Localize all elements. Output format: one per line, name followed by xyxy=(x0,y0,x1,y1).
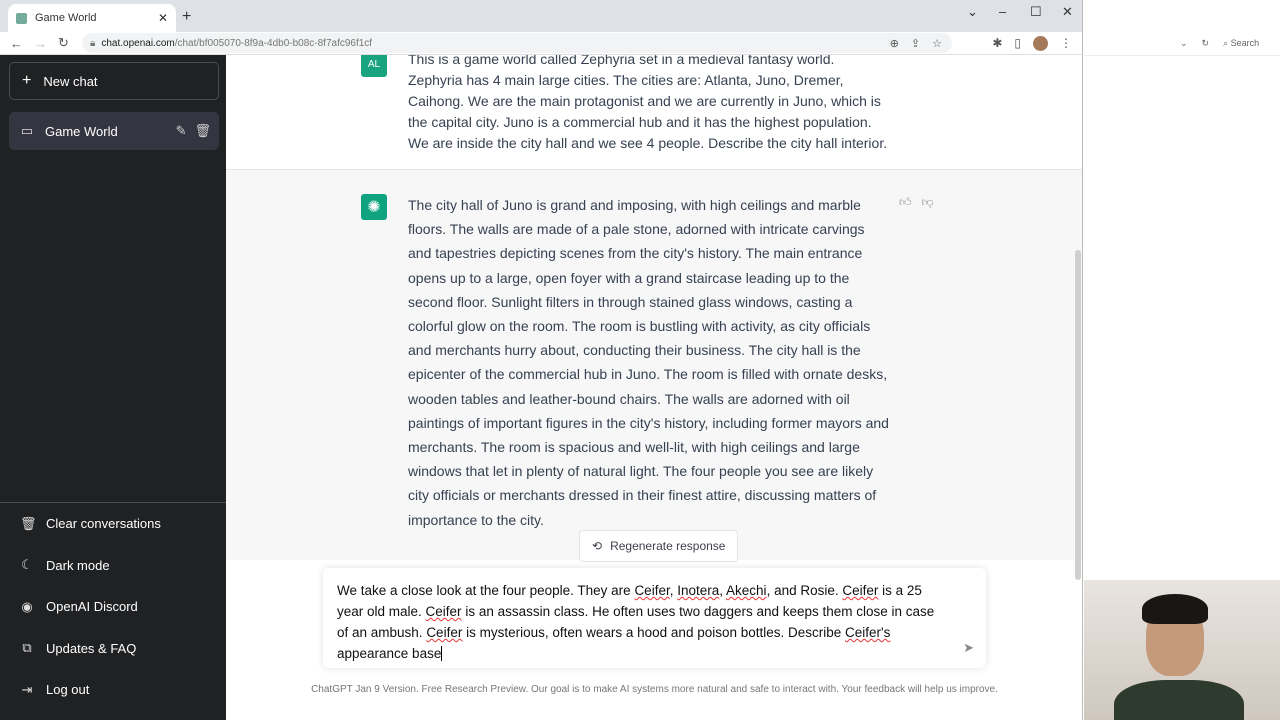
moon-icon: ☾ xyxy=(21,557,33,573)
edit-icon[interactable]: ✎ xyxy=(176,123,187,139)
prompt-textarea[interactable]: We take a close look at the four people.… xyxy=(323,568,986,668)
url-input[interactable]: 🔒︎ chat.openai.com/chat/bf005070-8f9a-4d… xyxy=(82,33,952,53)
search-placeholder: Search xyxy=(1230,38,1260,48)
tab-search-icon[interactable]: ⌄ xyxy=(967,4,978,20)
sidebar-bottom-menu: 🗑︎ Clear conversations ☾ Dark mode ◉ OpenAI… xyxy=(0,502,226,711)
misspelled-word: Inotera xyxy=(677,583,720,598)
user-message-text: This is a game world called Zephyria set… xyxy=(408,55,888,151)
lock-icon: 🔒︎ xyxy=(90,37,96,49)
regenerate-response-button[interactable]: ⟲ Regenerate response xyxy=(579,530,739,562)
item-label: Clear conversations xyxy=(46,516,161,532)
misspelled-word: Ceifer xyxy=(426,625,463,640)
footer-disclaimer: ChatGPT Jan 9 Version. Free Research Pre… xyxy=(226,684,1082,695)
chatgpt-favicon-icon xyxy=(16,12,27,24)
logout-icon: ⇥ xyxy=(21,681,33,697)
misspelled-word: Akechi xyxy=(726,583,767,598)
misspelled-word: Ceifer xyxy=(634,583,670,598)
external-link-icon: ⧉ xyxy=(22,640,32,656)
log-out-button[interactable]: ⇥ Log out xyxy=(0,669,226,711)
user-message: AL This is a game world called Zephyria … xyxy=(226,55,1082,170)
refresh-icon[interactable]: ↻ xyxy=(1202,38,1210,49)
scrollbar[interactable] xyxy=(1075,250,1081,580)
clear-conversations-button[interactable]: 🗑︎ Clear conversations xyxy=(0,503,226,545)
bookmark-star-icon[interactable]: ☆ xyxy=(932,37,942,50)
discord-icon: ◉ xyxy=(21,598,33,614)
prompt-text: We take a close look at the four people.… xyxy=(337,583,934,661)
updates-faq-link[interactable]: ⧉ Updates & FAQ xyxy=(0,628,226,670)
dropdown-icon[interactable]: ⌄ xyxy=(1180,38,1188,49)
new-chat-button[interactable]: + New chat xyxy=(9,62,219,100)
conversation-title: Game World xyxy=(45,123,118,139)
prompt-text-segment: appearance base xyxy=(337,646,442,661)
browser-window: Game World ✕ + ⌄ – ☐ ✕ ← → ↻ 🔒︎ chat.ope… xyxy=(0,0,1083,720)
misspelled-word: Ceifer xyxy=(842,583,879,598)
new-tab-button[interactable]: + xyxy=(182,8,191,26)
plus-icon: + xyxy=(22,72,32,89)
chat-main: AL This is a game world called Zephyria … xyxy=(226,55,1082,720)
side-panel-icon[interactable]: ▯ xyxy=(1014,36,1021,50)
extensions-icon[interactable]: ✱ xyxy=(992,36,1002,50)
openai-discord-link[interactable]: ◉ OpenAI Discord xyxy=(0,586,226,628)
menu-kebab-icon[interactable]: ⋮ xyxy=(1060,36,1072,50)
version-link[interactable]: ChatGPT Jan 9 Version xyxy=(311,684,416,695)
regenerate-label: Regenerate response xyxy=(610,539,726,553)
profile-avatar[interactable] xyxy=(1033,35,1048,51)
thumbs-down-icon[interactable]: 👎︎ xyxy=(922,195,934,210)
new-chat-label: New chat xyxy=(43,73,98,89)
thumbs-up-icon[interactable]: 👍︎ xyxy=(899,195,912,210)
refresh-icon: ⟲ xyxy=(592,539,603,553)
item-label: OpenAI Discord xyxy=(46,599,138,615)
webcam-person-body xyxy=(1114,680,1244,720)
assistant-message: ✺ The city hall of Juno is grand and imp… xyxy=(226,170,1082,560)
delete-icon[interactable]: 🗑︎ xyxy=(194,123,211,139)
forward-icon[interactable]: → xyxy=(34,36,48,51)
close-window-button[interactable]: ✕ xyxy=(1062,4,1073,20)
tab-title: Game World xyxy=(35,12,97,24)
back-icon[interactable]: ← xyxy=(10,36,24,51)
tab-bar: Game World ✕ + ⌄ – ☐ ✕ xyxy=(0,0,1082,32)
trash-icon: 🗑︎ xyxy=(20,515,37,531)
maximize-button[interactable]: ☐ xyxy=(1030,4,1042,20)
tab-game-world[interactable]: Game World ✕ xyxy=(8,4,176,32)
send-icon[interactable]: ➤ xyxy=(963,637,974,658)
zoom-icon[interactable]: ⊕ xyxy=(890,37,899,50)
address-bar-row: ← → ↻ 🔒︎ chat.openai.com/chat/bf005070-8… xyxy=(0,32,1082,55)
misspelled-word: Ceifer's xyxy=(845,625,891,640)
url-domain: chat.openai.com xyxy=(101,37,175,49)
prompt-text-segment: , and Rosie. xyxy=(766,583,843,598)
prompt-text-segment: is mysterious, often wears a hood and po… xyxy=(462,625,846,640)
webcam-overlay xyxy=(1084,580,1280,720)
item-label: Dark mode xyxy=(46,557,110,573)
close-tab-icon[interactable]: ✕ xyxy=(158,11,168,25)
webcam-person-hair xyxy=(1142,594,1208,624)
assistant-message-text: The city hall of Juno is grand and impos… xyxy=(408,197,889,528)
dark-mode-button[interactable]: ☾ Dark mode xyxy=(0,545,226,587)
url-path: /chat/bf005070-8f9a-4db0-b08c-8f7afc96f1… xyxy=(174,37,373,49)
item-label: Log out xyxy=(46,682,90,698)
text-cursor xyxy=(441,646,443,661)
search-field[interactable]: ⌕ Search xyxy=(1223,38,1259,49)
chat-bubble-icon: ▭ xyxy=(20,123,34,138)
sidebar: + New chat ▭ Game World ✎ 🗑︎ 🗑︎ Clear conv… xyxy=(0,55,226,720)
conversation-item[interactable]: ▭ Game World ✎ 🗑︎ xyxy=(9,112,219,150)
item-label: Updates & FAQ xyxy=(46,640,137,656)
prompt-text-segment: We take a close look at the four people.… xyxy=(337,583,635,598)
chatgpt-logo-icon: ✺ xyxy=(361,194,387,220)
minimize-button[interactable]: – xyxy=(999,4,1006,19)
footer-text: . Free Research Preview. Our goal is to … xyxy=(415,684,998,695)
user-avatar: AL xyxy=(361,55,387,77)
share-icon[interactable]: ⇪ xyxy=(911,37,920,50)
misspelled-word: Ceifer xyxy=(425,604,462,619)
reload-icon[interactable]: ↻ xyxy=(58,35,72,51)
